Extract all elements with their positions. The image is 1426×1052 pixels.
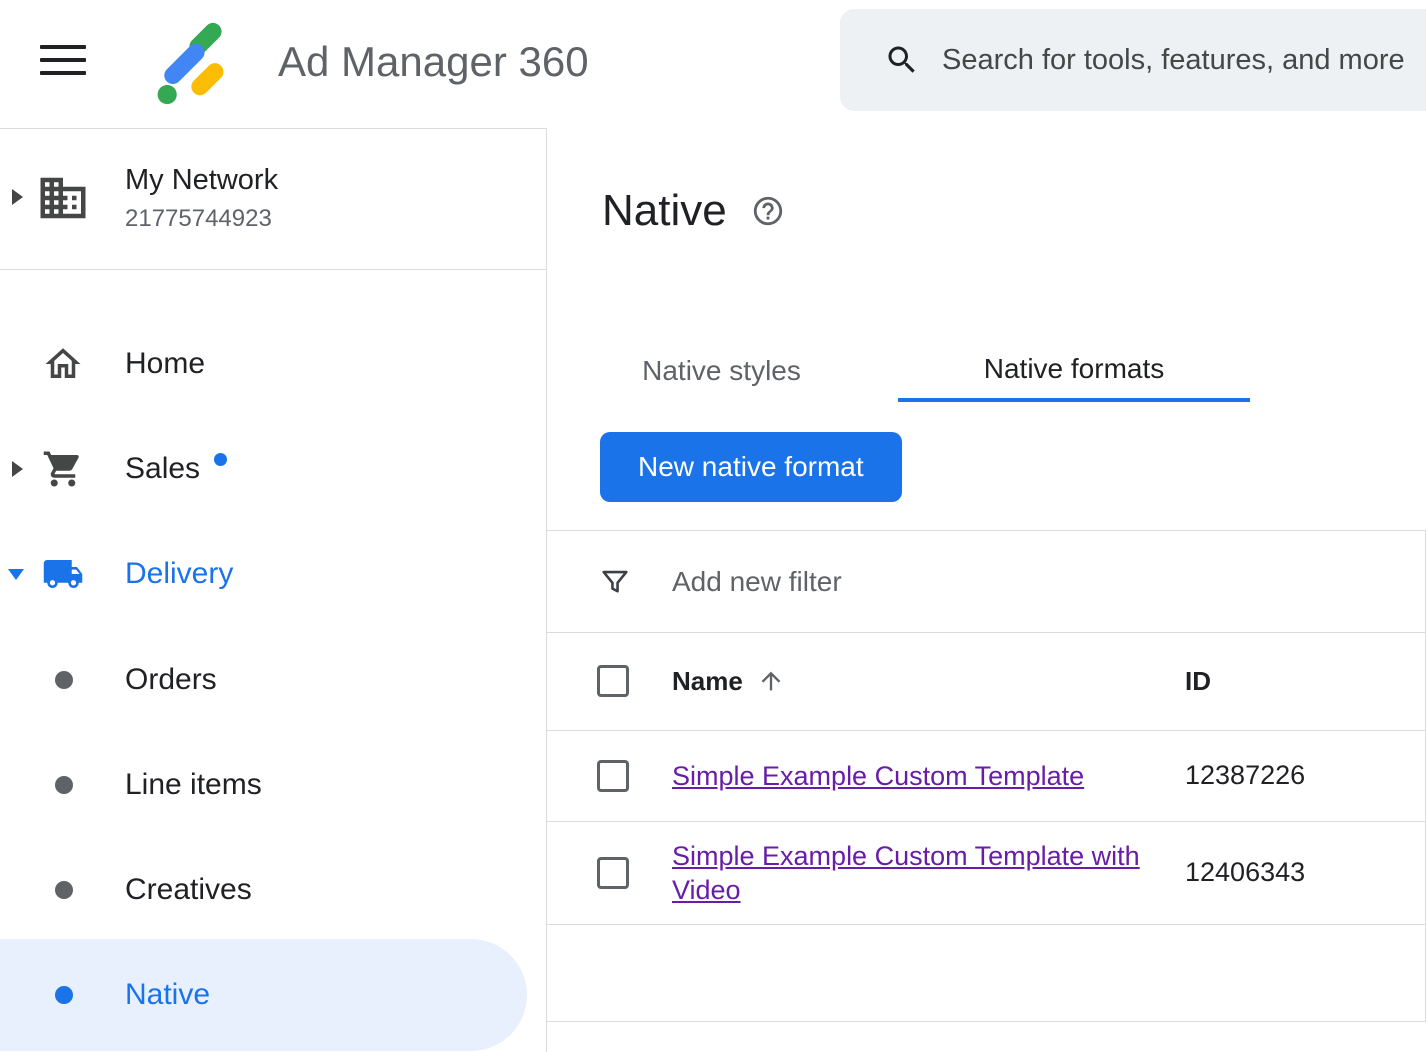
sidebar-item-sales[interactable]: Sales [0,437,547,501]
search-input[interactable]: Search for tools, features, and more [840,9,1426,111]
search-icon [884,42,920,78]
caret-right-icon [12,461,23,477]
network-code: 21775744923 [125,205,272,233]
sidebar-item-label: Home [125,347,205,381]
caret-down-icon [8,569,24,580]
truck-icon [42,553,84,595]
ad-manager-logo-icon [148,16,240,108]
top-app-bar: Ad Manager 360 Search for tools, feature… [0,0,1426,128]
column-header-name[interactable]: Name [672,666,743,697]
sidebar-item-label: Delivery [125,557,233,591]
sidebar-item-label: Native [125,978,210,1012]
sidebar-item-label: Creatives [125,873,252,907]
table-row: Simple Example Custom Template with Vide… [547,821,1426,924]
tab-native-formats[interactable]: Native formats [898,340,1250,402]
tab-label: Native styles [642,355,801,387]
add-filter[interactable]: Add new filter [547,531,1426,632]
caret-right-icon [12,189,23,205]
search-placeholder: Search for tools, features, and more [942,44,1405,77]
home-icon [42,343,84,385]
notification-dot-icon [214,453,227,466]
network-selector[interactable]: My Network 21775744923 [0,129,546,269]
main-content: Native Native styles Native formats New … [547,0,1426,1052]
bullet-icon [55,776,73,794]
bullet-icon [55,881,73,899]
row-checkbox[interactable] [597,857,629,889]
tab-native-styles[interactable]: Native styles [604,340,839,402]
bullet-icon [55,671,73,689]
sidebar-item-orders[interactable]: Orders [0,648,547,712]
table-header-row: Name ID [547,632,1426,730]
sidebar-item-native[interactable]: Native [0,939,527,1051]
sidebar-item-home[interactable]: Home [0,332,547,396]
native-format-link[interactable]: Simple Example Custom Template with Vide… [672,839,1142,907]
sidebar-item-label: Orders [125,663,217,697]
sidebar-item-label: Line items [125,768,262,802]
divider [547,924,1426,925]
hamburger-icon [40,45,86,49]
network-name: My Network [125,164,278,197]
building-icon [36,171,90,225]
sort-ascending-icon[interactable] [757,667,785,695]
row-checkbox[interactable] [597,760,629,792]
row-id: 12387226 [1185,730,1305,821]
column-header-id[interactable]: ID [1185,632,1211,730]
sidebar-item-delivery[interactable]: Delivery [0,542,547,606]
divider [547,1021,1426,1022]
page-title-row: Native [602,186,785,236]
page-title: Native [602,186,727,236]
sidebar-item-label: Sales [125,452,200,486]
select-all-checkbox[interactable] [597,665,629,697]
native-format-link[interactable]: Simple Example Custom Template [672,759,1084,793]
table-row: Simple Example Custom Template 12387226 [547,730,1426,821]
filter-icon [598,565,632,599]
divider [0,269,546,270]
menu-button[interactable] [40,45,86,75]
help-icon[interactable] [751,194,785,228]
sidebar-item-line-items[interactable]: Line items [0,753,547,817]
row-id: 12406343 [1185,821,1305,924]
tab-label: Native formats [984,353,1165,385]
sidebar: My Network 21775744923 Home Sales Delive… [0,128,547,1052]
new-native-format-button[interactable]: New native format [600,432,902,502]
sidebar-item-creatives[interactable]: Creatives [0,858,547,922]
app-title: Ad Manager 360 [278,38,589,86]
bullet-icon [55,986,73,1004]
add-filter-label: Add new filter [672,566,842,598]
shopping-cart-icon [42,448,84,490]
